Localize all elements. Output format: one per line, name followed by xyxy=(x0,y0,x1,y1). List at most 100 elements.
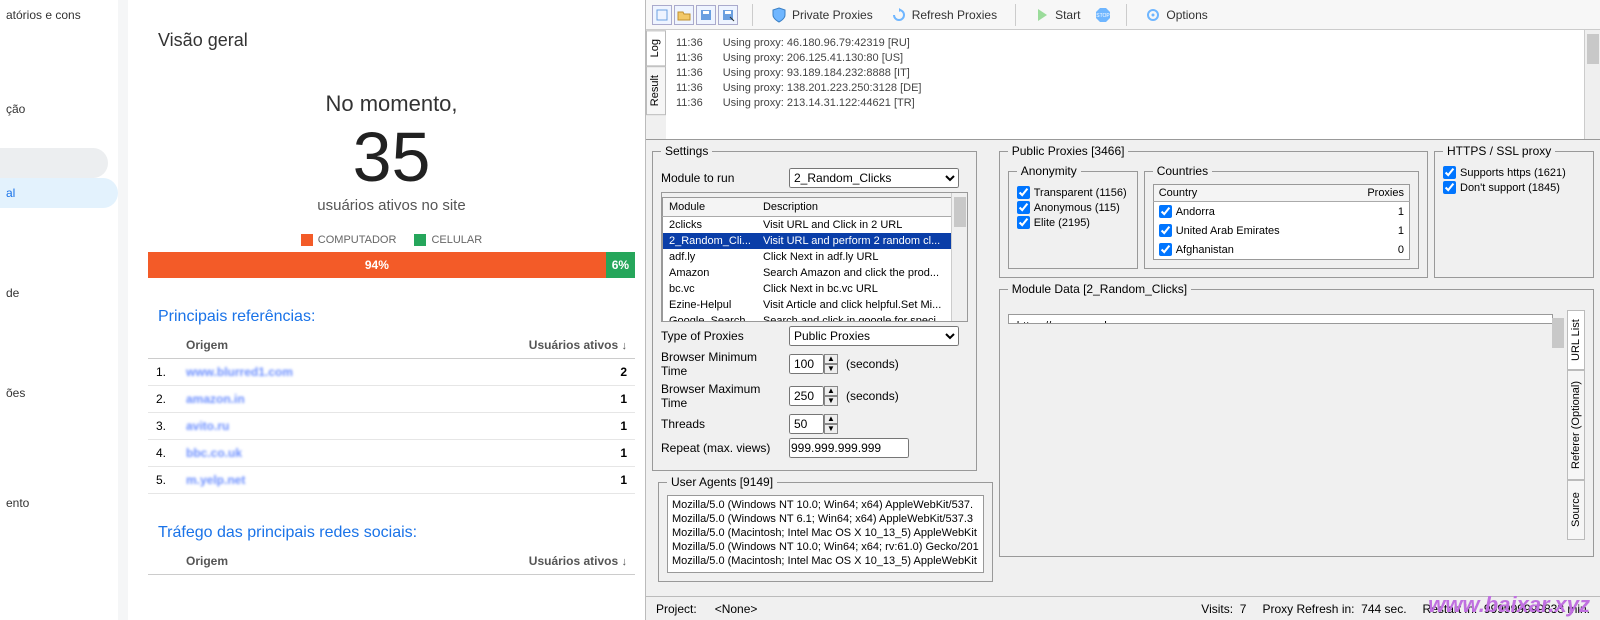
sidebar-item-7[interactable]: ento xyxy=(0,488,118,518)
now-label: No momento, xyxy=(148,91,635,117)
module-row[interactable]: AmazonSearch Amazon and click the prod..… xyxy=(663,265,967,281)
play-icon xyxy=(1034,7,1050,23)
page-title: Visão geral xyxy=(158,30,635,51)
proxy-type-select[interactable]: Public Proxies xyxy=(789,326,959,346)
module-row[interactable]: bc.vcClick Next in bc.vc URL xyxy=(663,281,967,297)
referrers-table: Origem Usuários ativos ↓ 1.www.blurred1.… xyxy=(148,332,635,494)
ua-item[interactable]: Mozilla/5.0 (Windows NT 10.0; Win64; x64… xyxy=(672,540,979,554)
visits-value: 7 xyxy=(1240,602,1247,616)
col-users-2[interactable]: Usuários ativos ↓ xyxy=(332,548,635,575)
scrollbar[interactable] xyxy=(951,193,967,321)
https-group: HTTPS / SSL proxy Supports https (1621)D… xyxy=(1434,144,1594,278)
anon-checkbox[interactable]: Elite (2195) xyxy=(1017,216,1129,229)
stop-icon[interactable]: STOP xyxy=(1094,6,1112,24)
table-row[interactable]: 4.bbc.co.uk1 xyxy=(148,440,635,467)
bar-computer: 94% xyxy=(148,252,606,278)
anonymity-legend: Anonymity xyxy=(1017,164,1081,178)
https-checkbox[interactable]: Supports https (1621) xyxy=(1443,166,1585,179)
tab-referer[interactable]: Referer (Optional) xyxy=(1567,370,1585,480)
proxy-type-label: Type of Proxies xyxy=(661,329,781,343)
sidebar-item-2[interactable]: ção xyxy=(0,94,118,124)
scrollbar[interactable] xyxy=(1584,30,1600,139)
sidebar-item-4[interactable]: al xyxy=(0,178,118,208)
module-row[interactable]: 2_Random_Cli...Visit URL and perform 2 r… xyxy=(663,233,967,249)
countries-table[interactable]: CountryProxies Andorra1United Arab Emira… xyxy=(1153,184,1410,260)
max-time-input[interactable] xyxy=(789,386,824,406)
log-area: Log Result 11:36Using proxy: 46.180.96.7… xyxy=(646,30,1600,140)
start-button[interactable]: Start xyxy=(1030,5,1084,25)
ua-list[interactable]: Mozilla/5.0 (Windows NT 10.0; Win64; x64… xyxy=(667,495,984,573)
open-icon[interactable] xyxy=(674,5,694,25)
social-traffic-title: Tráfego das principais redes sociais: xyxy=(158,524,635,542)
save-icon[interactable] xyxy=(696,5,716,25)
col-origin-2[interactable]: Origem xyxy=(178,548,332,575)
tab-url-list[interactable]: URL List xyxy=(1567,310,1585,370)
country-row[interactable]: Afghanistan0 xyxy=(1153,240,1409,260)
ua-item[interactable]: Mozilla/5.0 (Windows NT 6.1; Win64; x64)… xyxy=(672,512,979,526)
table-row[interactable]: 2.amazon.in1 xyxy=(148,386,635,413)
square-icon xyxy=(301,234,313,246)
save-as-icon[interactable] xyxy=(718,5,738,25)
public-proxies-group: Public Proxies [3466] Anonymity Transpar… xyxy=(999,144,1428,278)
ua-item[interactable]: Mozilla/5.0 (Macintosh; Intel Mac OS X 1… xyxy=(672,526,979,540)
bar-mobile: 6% xyxy=(606,252,635,278)
chevron-up-icon[interactable]: ▲ xyxy=(824,386,838,396)
log-row: 11:36Using proxy: 93.189.184.232:8888 [I… xyxy=(676,66,1590,81)
refresh-proxies-button[interactable]: Refresh Proxies xyxy=(887,5,1001,25)
new-icon[interactable] xyxy=(652,5,672,25)
sidebar-item-3[interactable] xyxy=(0,148,108,178)
repeat-input[interactable] xyxy=(789,438,909,458)
options-button[interactable]: Options xyxy=(1141,5,1211,25)
private-proxies-button[interactable]: Private Proxies xyxy=(767,5,877,25)
module-to-run-label: Module to run xyxy=(661,171,781,185)
country-row[interactable]: Andorra1 xyxy=(1153,202,1409,222)
chevron-up-icon[interactable]: ▲ xyxy=(824,414,838,424)
countries-group: Countries CountryProxies Andorra1United … xyxy=(1144,164,1419,269)
log-row: 11:36Using proxy: 213.14.31.122:44621 [T… xyxy=(676,96,1590,111)
legend-mobile: CELULAR xyxy=(431,234,482,246)
col-users[interactable]: Usuários ativos ↓ xyxy=(415,332,635,359)
threads-input[interactable] xyxy=(789,414,824,434)
tab-source[interactable]: Source xyxy=(1567,480,1585,540)
result-tab[interactable]: Result xyxy=(646,66,666,115)
project-value: <None> xyxy=(715,602,758,616)
url-item[interactable]: https://www.google.com xyxy=(1017,319,1544,324)
arrow-down-icon: ↓ xyxy=(622,340,628,352)
chevron-down-icon[interactable]: ▼ xyxy=(824,364,838,374)
module-row[interactable]: Google_SearchSearch and click in google … xyxy=(663,313,967,322)
active-users-count: 35 xyxy=(148,117,635,197)
sidebar-item-6[interactable]: ões xyxy=(0,378,118,408)
legend-computer: COMPUTADOR xyxy=(318,234,397,246)
url-list[interactable]: https://www.google.comhttps://www.youtub… xyxy=(1008,314,1553,324)
module-select[interactable]: 2_Random_Clicks xyxy=(789,168,959,188)
module-row[interactable]: adf.lyClick Next in adf.ly URL xyxy=(663,249,967,265)
chevron-down-icon[interactable]: ▼ xyxy=(824,396,838,406)
sidebar-item-1[interactable] xyxy=(0,56,118,72)
chevron-down-icon[interactable]: ▼ xyxy=(824,424,838,434)
log-tab[interactable]: Log xyxy=(646,30,666,66)
min-time-input[interactable] xyxy=(789,354,824,374)
country-row[interactable]: United Arab Emirates1 xyxy=(1153,221,1409,240)
ua-item[interactable]: Mozilla/5.0 (Macintosh; Intel Mac OS X 1… xyxy=(672,554,979,568)
repeat-label: Repeat (max. views) xyxy=(661,441,781,455)
chevron-up-icon[interactable]: ▲ xyxy=(824,354,838,364)
col-origin[interactable]: Origem xyxy=(178,332,415,359)
table-row[interactable]: 3.avito.ru1 xyxy=(148,413,635,440)
https-checkbox[interactable]: Don't support (1845) xyxy=(1443,181,1585,194)
table-row[interactable]: 5.m.yelp.net1 xyxy=(148,467,635,494)
max-time-label: Browser Maximum Time xyxy=(661,382,781,410)
sidebar-item-5[interactable]: de xyxy=(0,278,118,308)
module-data-group: Module Data [2_Random_Clicks] https://ww… xyxy=(999,282,1594,557)
module-row[interactable]: Ezine-HelpulVisit Article and click help… xyxy=(663,297,967,313)
ua-item[interactable]: Mozilla/5.0 (Windows NT 10.0; Win64; x64… xyxy=(672,498,979,512)
watermark: www.baixar.xyz xyxy=(1428,592,1590,618)
anon-checkbox[interactable]: Transparent (1156) xyxy=(1017,186,1129,199)
active-users-label: usuários ativos no site xyxy=(148,197,635,214)
module-row[interactable]: 2clicksVisit URL and Click in 2 URL xyxy=(663,217,967,234)
user-agents-group: User Agents [9149] Mozilla/5.0 (Windows … xyxy=(658,475,993,582)
modules-table[interactable]: ModuleDescription 2clicksVisit URL and C… xyxy=(662,197,967,322)
sidebar-item-0[interactable]: atórios e cons xyxy=(0,0,118,30)
settings-group: Settings Module to run 2_Random_Clicks M… xyxy=(652,144,977,471)
anon-checkbox[interactable]: Anonymous (115) xyxy=(1017,201,1129,214)
table-row[interactable]: 1.www.blurred1.com2 xyxy=(148,359,635,386)
